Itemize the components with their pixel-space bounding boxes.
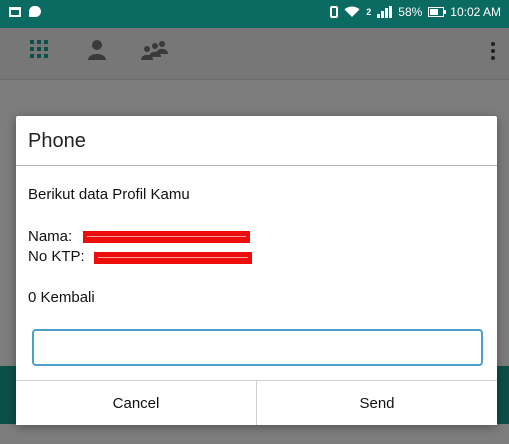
signal-icon <box>377 6 393 18</box>
profile-intro-text: Berikut data Profil Kamu <box>28 186 190 203</box>
reply-input[interactable] <box>32 329 483 366</box>
battery-icon <box>428 7 447 17</box>
title-divider <box>16 165 497 166</box>
name-label: Nama: <box>28 228 73 245</box>
wifi-icon <box>344 6 360 17</box>
phone-dialog: Phone Berikut data Profil Kamu Nama: No … <box>16 116 497 425</box>
send-button[interactable]: Send <box>256 381 497 425</box>
status-bar-right: 2 58% 10:02 AM <box>330 5 501 19</box>
dialog-title: Phone <box>28 130 86 152</box>
notification-square-icon <box>9 6 21 17</box>
more-vert-icon[interactable] <box>491 42 496 60</box>
dialog-button-row: Cancel Send <box>16 380 497 425</box>
cancel-button[interactable]: Cancel <box>16 381 256 425</box>
battery-percent: 58% <box>398 5 423 19</box>
app-toolbar <box>0 28 509 80</box>
apps-grid-icon[interactable] <box>30 40 48 58</box>
ktp-redaction <box>94 252 252 264</box>
status-bar-left <box>9 6 41 17</box>
person-icon[interactable] <box>88 40 106 60</box>
kembali-text: 0 Kembali <box>28 289 95 306</box>
name-redaction <box>83 231 250 243</box>
group-icon[interactable] <box>140 40 168 60</box>
ktp-label: No KTP: <box>28 248 85 265</box>
sim-label: 2 <box>366 7 372 17</box>
chat-bubble-icon <box>29 6 41 17</box>
clock: 10:02 AM <box>450 5 501 19</box>
status-bar: 2 58% 10:02 AM <box>0 0 509 28</box>
vibrate-icon <box>330 6 339 18</box>
